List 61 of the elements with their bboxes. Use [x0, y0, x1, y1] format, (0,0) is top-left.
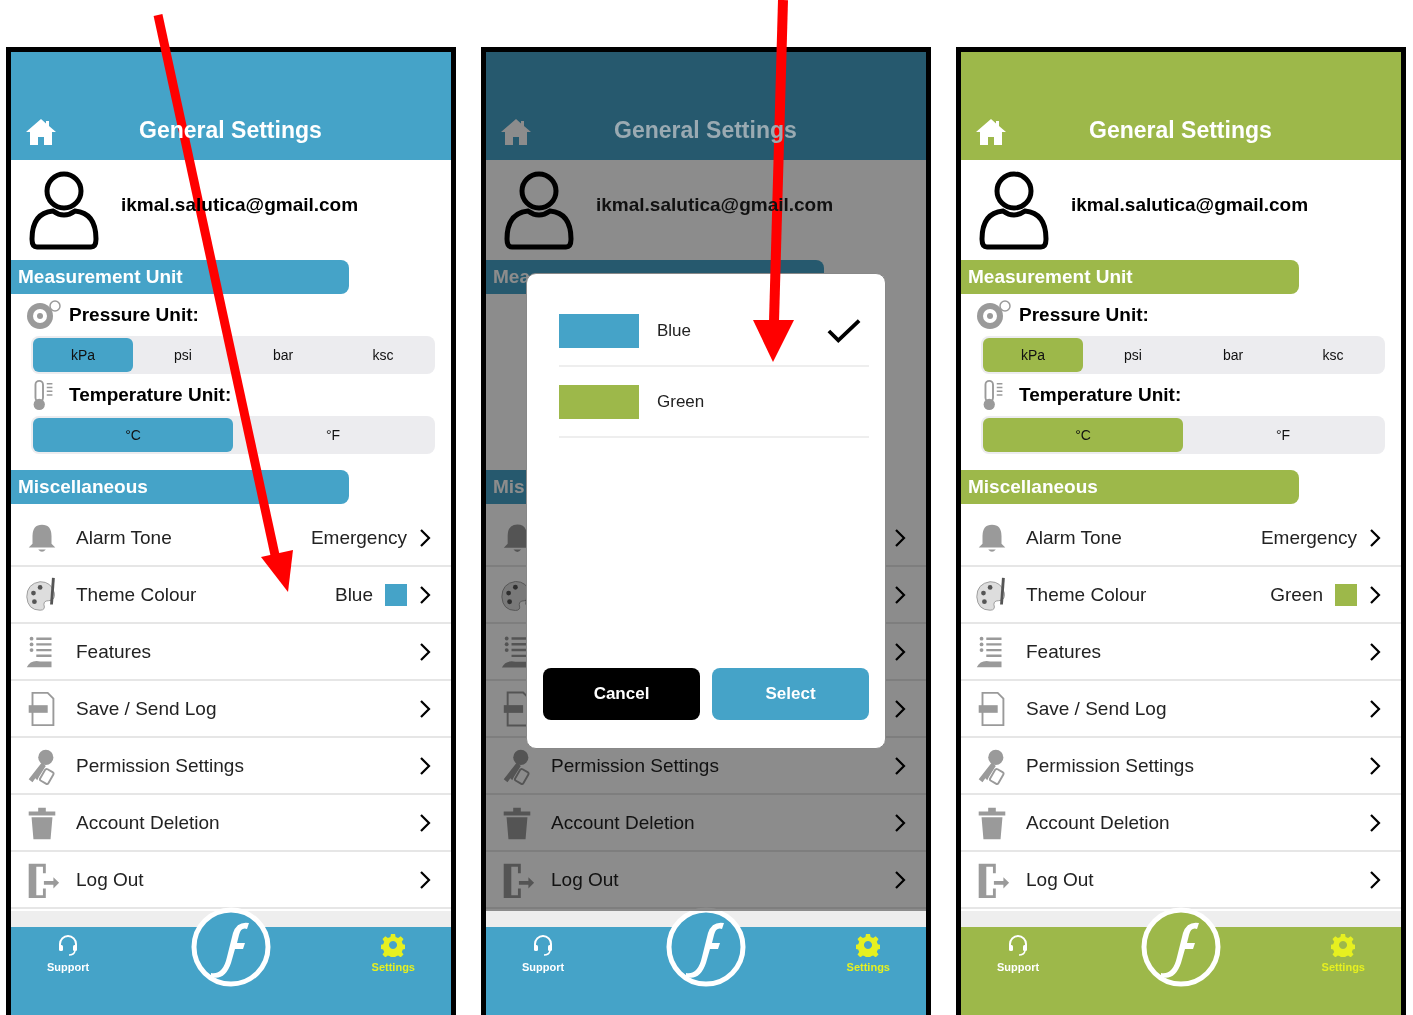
cancel-button[interactable]: Cancel: [543, 668, 700, 720]
row-label: Account Deletion: [551, 811, 695, 834]
row-label: Save / Send Log: [76, 697, 217, 720]
row-label: Permission Settings: [76, 754, 244, 777]
row-label: Theme Colour: [76, 583, 197, 606]
unit-option[interactable]: °F: [233, 418, 433, 452]
row-value: Emergency: [1260, 526, 1357, 549]
section-header: Miscellaneous: [961, 470, 1299, 504]
unit-option[interactable]: ksc: [1283, 338, 1383, 372]
row-label: Log Out: [76, 868, 144, 891]
row-value: Blue: [334, 583, 373, 606]
section-header: Miscellaneous: [11, 470, 349, 504]
row-label: Alarm Tone: [1026, 526, 1122, 549]
settings-row[interactable]: Permission Settings: [961, 738, 1401, 795]
unit-option[interactable]: °C: [983, 418, 1183, 452]
settings-row[interactable]: Log Out: [486, 852, 926, 909]
row-label: Log Out: [551, 868, 619, 891]
section-header: Measurement Unit: [961, 260, 1299, 294]
row-label: Permission Settings: [1026, 754, 1194, 777]
row-value: Green: [1270, 583, 1323, 606]
pressure-label: Pressure Unit:: [69, 304, 199, 326]
user-email: ikmal.salutica@gmail.com: [1071, 194, 1309, 216]
row-label: Alarm Tone: [76, 526, 172, 549]
settings-row[interactable]: Log Out: [11, 852, 451, 909]
section-header: Measurement Unit: [11, 260, 349, 294]
pressure-label: Pressure Unit:: [1019, 304, 1149, 326]
unit-option[interactable]: kPa: [983, 338, 1083, 372]
settings-row[interactable]: Features: [961, 624, 1401, 681]
colour-option[interactable]: Green: [559, 367, 869, 438]
settings-row[interactable]: Permission Settings: [11, 738, 451, 795]
settings-row[interactable]: Save / Send Log: [11, 681, 451, 738]
row-label: Account Deletion: [76, 811, 220, 834]
row-label: Features: [1026, 640, 1101, 663]
unit-option[interactable]: ksc: [333, 338, 433, 372]
row-label: Features: [76, 640, 151, 663]
row-label: Save / Send Log: [1026, 697, 1167, 720]
settings-row[interactable]: Theme Colour Green: [961, 567, 1401, 624]
temperature-label: Temperature Unit:: [1019, 384, 1182, 406]
settings-row[interactable]: Save / Send Log: [961, 681, 1401, 738]
settings-row[interactable]: Account Deletion: [486, 795, 926, 852]
row-value: Emergency: [310, 526, 407, 549]
option-label: Blue: [657, 320, 692, 341]
settings-row[interactable]: Log Out: [961, 852, 1401, 909]
settings-row[interactable]: Alarm Tone Emergency: [961, 510, 1401, 567]
unit-option[interactable]: psi: [1083, 338, 1183, 372]
settings-row[interactable]: Account Deletion: [961, 795, 1401, 852]
unit-option[interactable]: °F: [1183, 418, 1383, 452]
temperature-label: Temperature Unit:: [69, 384, 232, 406]
row-label: Permission Settings: [551, 754, 719, 777]
settings-row[interactable]: Account Deletion: [11, 795, 451, 852]
row-label: Theme Colour: [1026, 583, 1147, 606]
settings-row[interactable]: Features: [11, 624, 451, 681]
row-label: Log Out: [1026, 868, 1094, 891]
unit-option[interactable]: °C: [33, 418, 233, 452]
row-label: Account Deletion: [1026, 811, 1170, 834]
unit-option[interactable]: bar: [233, 338, 333, 372]
option-label: Green: [657, 391, 705, 412]
unit-option[interactable]: psi: [133, 338, 233, 372]
screen-title: General Settings: [1089, 117, 1272, 144]
unit-option[interactable]: kPa: [33, 338, 133, 372]
unit-option[interactable]: bar: [1183, 338, 1283, 372]
